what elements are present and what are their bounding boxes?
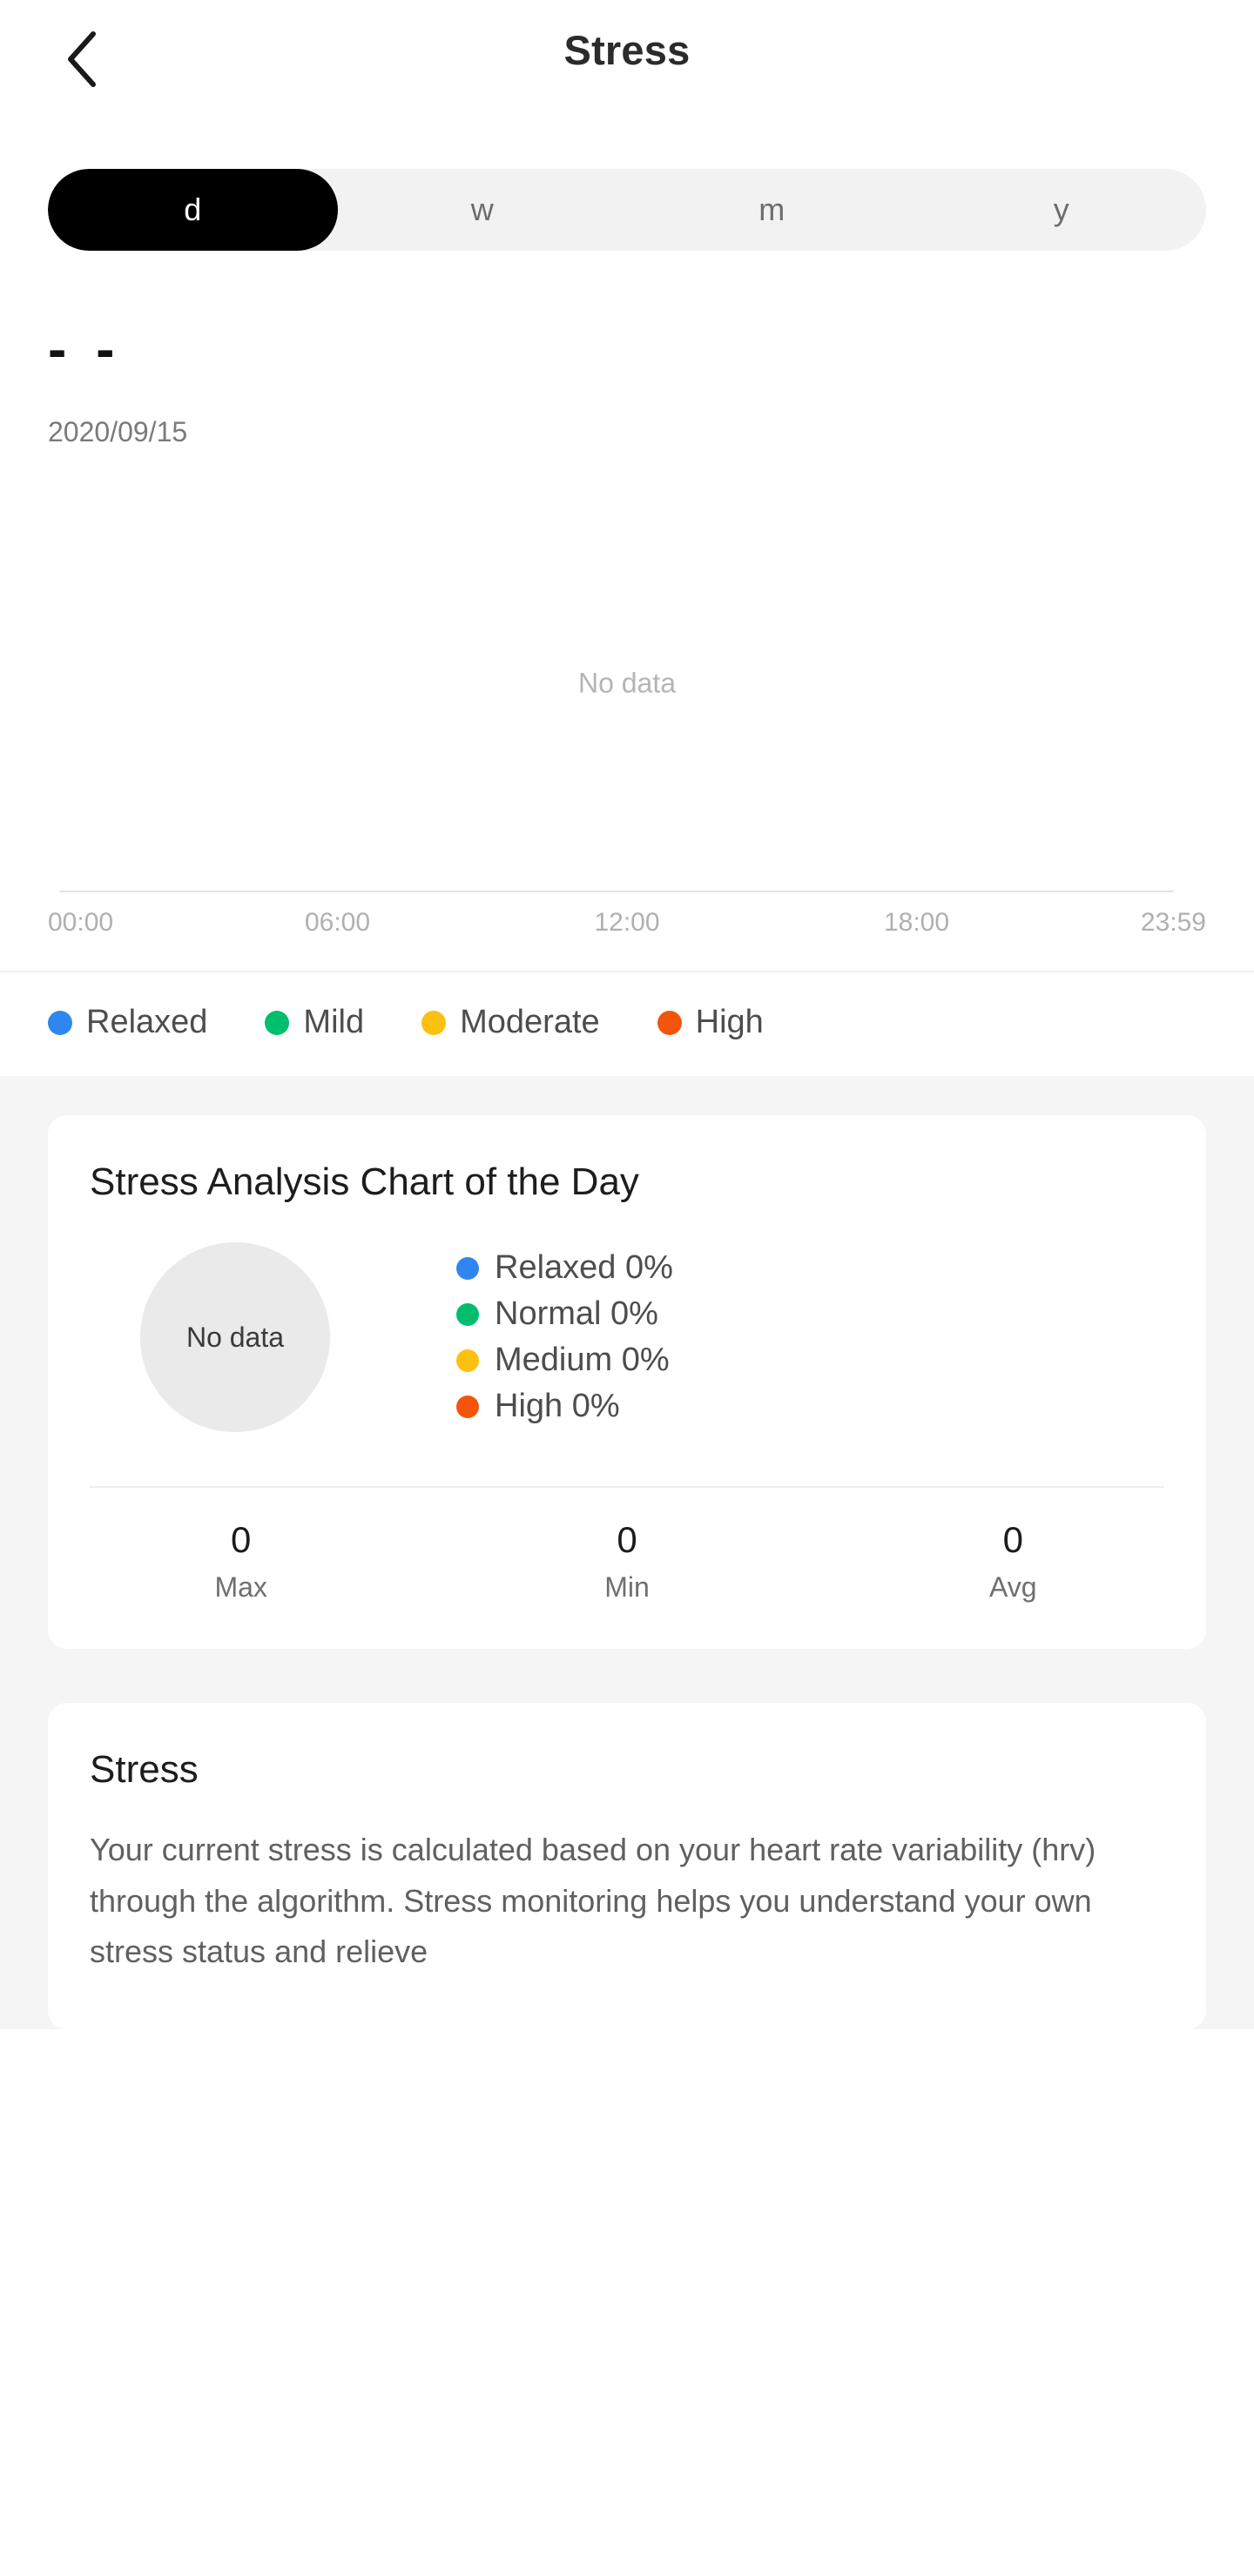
x-tick-0600: 06:00	[304, 908, 371, 937]
x-tick-2359: 23:59	[1140, 908, 1206, 937]
stress-donut-chart[interactable]: No data	[140, 1242, 330, 1432]
legend-item-mild: Mild	[265, 1004, 364, 1041]
stress-info-card: Stress Your current stress is calculated…	[48, 1703, 1206, 2030]
stress-screen: Stress d w m y - - 2020/09/15 No data 00…	[0, 0, 1254, 2576]
stress-line-chart[interactable]: No data	[0, 474, 1254, 892]
legend-dot-high	[657, 1010, 682, 1035]
stat-max: 0 Max	[48, 1519, 434, 1604]
chart-legend: Relaxed Mild Moderate High	[0, 972, 1254, 1076]
stat-avg: 0 Avg	[820, 1519, 1206, 1604]
app-header: Stress	[0, 0, 1254, 117]
stats-row: 0 Max 0 Min 0 Avg	[48, 1488, 1206, 1649]
legend-item-moderate: Moderate	[421, 1004, 600, 1041]
analysis-donut-row: No data Relaxed 0% Normal 0% Medium 0% H…	[48, 1204, 1206, 1432]
stat-max-label: Max	[214, 1571, 267, 1604]
breakdown-label-normal: Normal 0%	[495, 1295, 658, 1332]
period-tabs-container: d w m y	[0, 117, 1254, 251]
tab-week[interactable]: w	[338, 169, 628, 251]
stat-min-value: 0	[617, 1519, 637, 1560]
legend-label-high: High	[695, 1004, 764, 1040]
breakdown-item-relaxed: Relaxed 0%	[456, 1245, 673, 1291]
breakdown-label-high: High 0%	[495, 1388, 620, 1424]
page-body: Stress Analysis Chart of the Day No data…	[0, 1076, 1254, 2030]
x-tick-1800: 18:00	[883, 908, 950, 937]
breakdown-dot-high	[456, 1395, 479, 1418]
x-tick-1200: 12:00	[594, 908, 660, 937]
chart-x-axis-ticks: 00:00 06:00 12:00 18:00 23:59	[48, 892, 1206, 967]
breakdown-dot-relaxed	[456, 1256, 479, 1280]
stress-value: - -	[48, 318, 122, 380]
breakdown-label-relaxed: Relaxed 0%	[495, 1249, 673, 1286]
legend-label-mild: Mild	[303, 1004, 365, 1040]
legend-dot-relaxed	[48, 1010, 72, 1035]
legend-dot-mild	[265, 1010, 290, 1035]
info-card-title: Stress	[90, 1748, 199, 1792]
legend-label-moderate: Moderate	[460, 1004, 600, 1040]
summary-block: - - 2020/09/15	[0, 251, 1254, 448]
tab-year[interactable]: y	[917, 169, 1207, 251]
stress-breakdown-list: Relaxed 0% Normal 0% Medium 0% High 0%	[456, 1245, 673, 1429]
stat-min: 0 Min	[434, 1519, 819, 1604]
breakdown-item-normal: Normal 0%	[456, 1291, 673, 1337]
breakdown-item-medium: Medium 0%	[456, 1337, 673, 1383]
legend-item-relaxed: Relaxed	[48, 1004, 207, 1041]
breakdown-dot-medium	[456, 1349, 479, 1372]
stat-avg-value: 0	[1002, 1519, 1023, 1560]
tab-day[interactable]: d	[48, 169, 338, 251]
period-tabs: d w m y	[48, 169, 1206, 251]
breakdown-item-high: High 0%	[456, 1383, 673, 1429]
stress-analysis-card: Stress Analysis Chart of the Day No data…	[48, 1115, 1206, 1650]
legend-dot-moderate	[421, 1010, 447, 1035]
summary-date: 2020/09/15	[48, 416, 188, 447]
breakdown-dot-normal	[456, 1302, 479, 1326]
legend-label-relaxed: Relaxed	[86, 1004, 208, 1040]
info-card-body: Your current stress is calculated based …	[90, 1832, 1096, 1969]
legend-item-high: High	[657, 1004, 764, 1041]
chart-empty-label: No data	[577, 667, 677, 699]
page-title: Stress	[563, 27, 691, 73]
stat-max-value: 0	[230, 1519, 252, 1560]
breakdown-label-medium: Medium 0%	[495, 1342, 670, 1378]
analysis-card-title: Stress Analysis Chart of the Day	[90, 1160, 639, 1203]
stat-min-label: Min	[604, 1571, 650, 1604]
stat-avg-label: Avg	[989, 1571, 1037, 1604]
x-tick-0000: 00:00	[48, 908, 114, 937]
tab-month[interactable]: m	[627, 169, 917, 251]
donut-empty-label: No data	[185, 1321, 285, 1353]
